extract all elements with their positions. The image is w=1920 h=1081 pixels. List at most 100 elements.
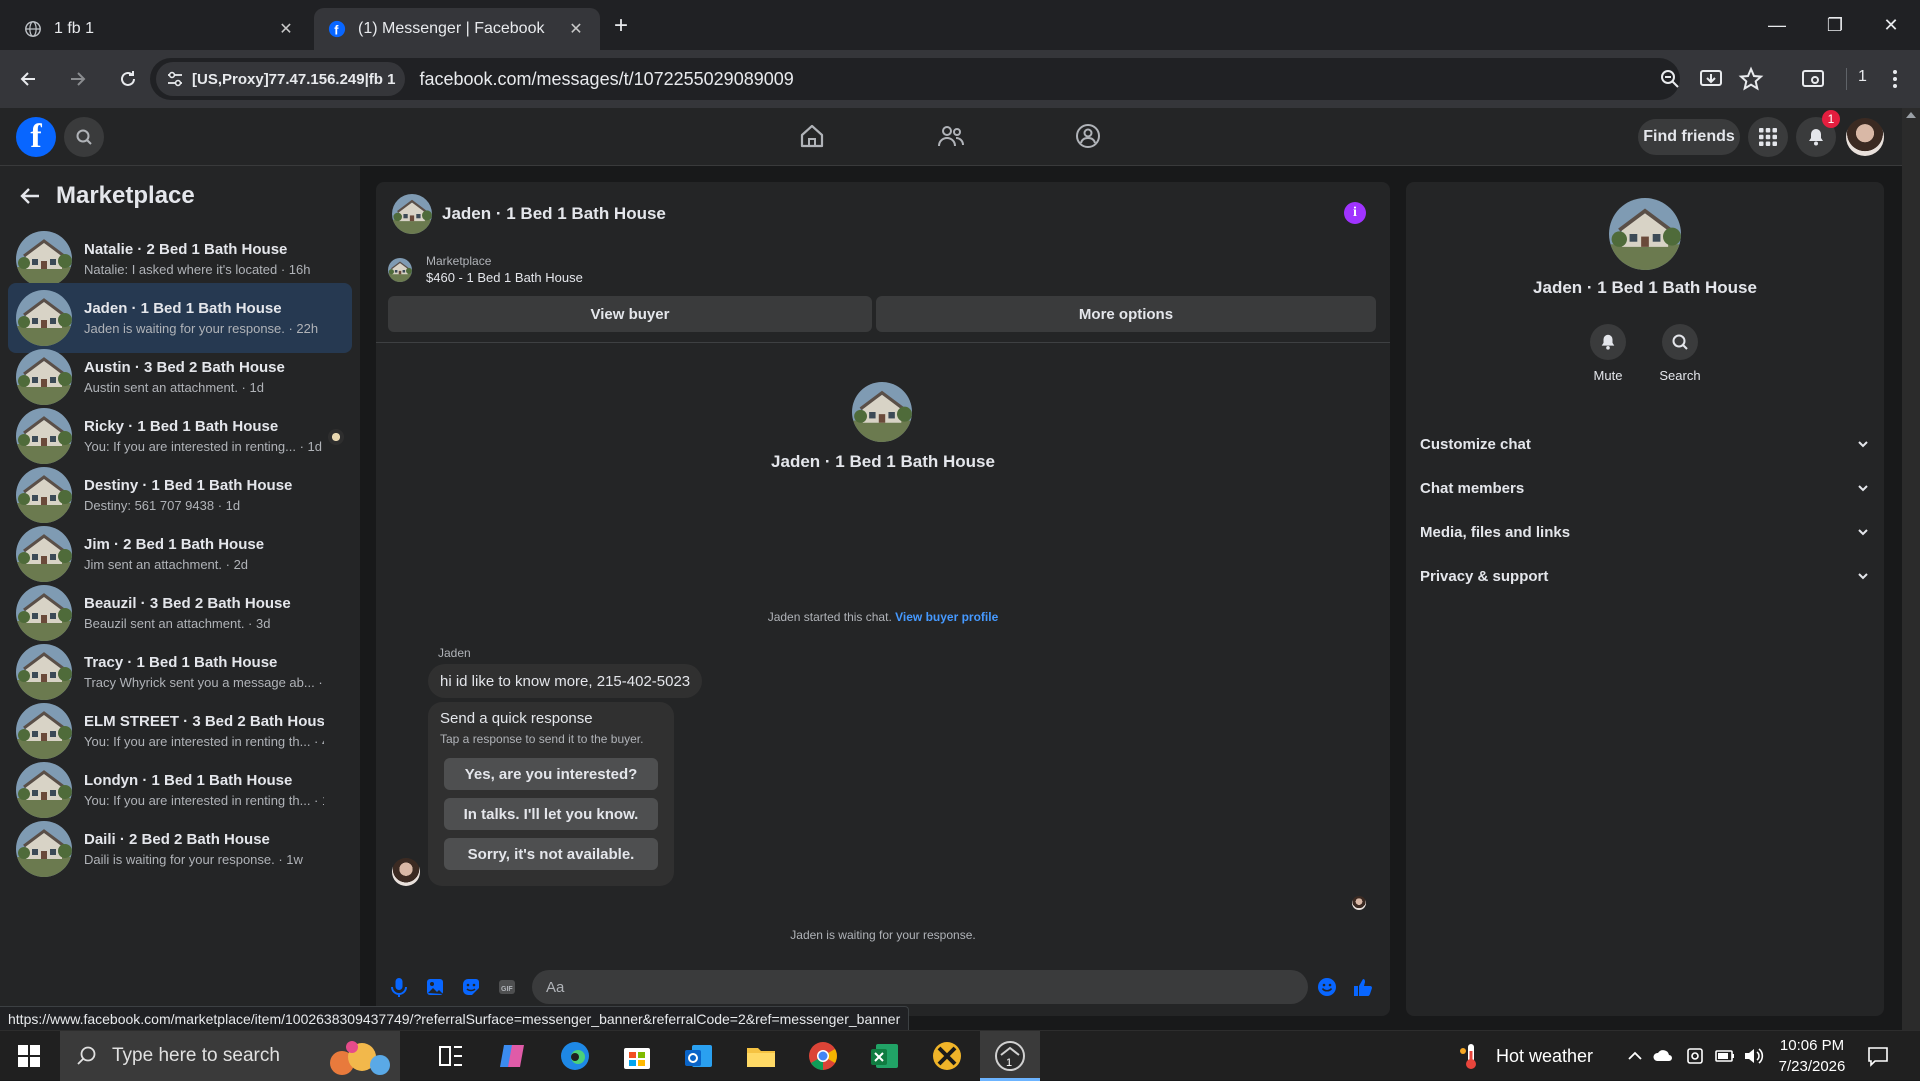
zoom-icon[interactable] — [1658, 67, 1682, 91]
notification-center-icon[interactable] — [1866, 1044, 1890, 1068]
find-friends-button[interactable]: Find friends — [1638, 119, 1740, 155]
chat-avatar[interactable] — [392, 194, 432, 234]
quick-response-not-available[interactable]: Sorry, it's not available. — [444, 838, 658, 870]
conversation-sidebar: Marketplace Natalie · 2 Bed 1 Bath House… — [0, 166, 360, 1030]
groups-icon[interactable] — [1074, 122, 1102, 150]
back-button[interactable] — [6, 57, 50, 101]
quick-response-in-talks[interactable]: In talks. I'll let you know. — [444, 798, 658, 830]
photo-icon[interactable] — [424, 976, 446, 998]
sticker-icon[interactable] — [460, 976, 482, 998]
conversation-name: Londyn · 1 Bed 1 Bath House — [84, 772, 293, 789]
info-section[interactable]: Chat members — [1420, 470, 1870, 506]
tab-messenger[interactable]: f (1) Messenger | Facebook ✕ — [314, 8, 600, 50]
microphone-icon[interactable] — [388, 976, 410, 998]
restore-button[interactable]: ❐ — [1806, 0, 1864, 50]
chat-info-panel: Jaden · 1 Bed 1 Bath House Mute Search C… — [1406, 182, 1884, 1016]
view-buyer-button[interactable]: View buyer — [388, 296, 872, 332]
app-grid-icon — [1759, 128, 1777, 146]
meet-now-icon[interactable] — [1684, 1045, 1706, 1067]
tab-1-fb-1[interactable]: 1 fb 1 ✕ — [10, 8, 310, 50]
conversation-avatar — [16, 231, 72, 287]
chat-title[interactable]: Jaden · 1 Bed 1 Bath House — [442, 204, 666, 224]
reload-button[interactable] — [106, 57, 150, 101]
facebook-logo[interactable]: f — [16, 117, 56, 157]
tab-search-icon[interactable] — [1800, 66, 1826, 92]
url-text[interactable]: facebook.com/messages/t/1072255029089009 — [419, 69, 793, 90]
conversation-name: Destiny · 1 Bed 1 Bath House — [84, 477, 293, 494]
close-window-button[interactable]: ✕ — [1862, 0, 1920, 50]
more-menu-icon[interactable] — [1882, 66, 1908, 92]
info-section[interactable]: Privacy & support — [1420, 558, 1870, 594]
file-explorer-icon[interactable] — [744, 1039, 778, 1073]
xbox-icon[interactable] — [930, 1039, 964, 1073]
view-buyer-profile-link[interactable]: View buyer profile — [895, 610, 998, 624]
copilot-icon[interactable] — [496, 1039, 530, 1073]
profile-avatar[interactable] — [1846, 118, 1884, 156]
microsoft-store-icon[interactable] — [620, 1039, 654, 1073]
message-bubble[interactable]: hi id like to know more, 215-402-5023 — [428, 664, 703, 698]
search-action[interactable]: Search — [1650, 324, 1710, 383]
mute-action[interactable]: Mute — [1578, 324, 1638, 383]
close-tab-icon[interactable]: ✕ — [276, 19, 296, 39]
taskbar-search[interactable]: Type here to search — [60, 1031, 400, 1081]
marketplace-listing[interactable]: Marketplace $460 - 1 Bed 1 Bath House — [388, 254, 583, 285]
conversation-name: Jim · 2 Bed 1 Bath House — [84, 536, 265, 553]
close-tab-icon[interactable]: ✕ — [566, 19, 586, 39]
outlook-icon[interactable] — [682, 1039, 716, 1073]
quick-response-yes[interactable]: Yes, are you interested? — [444, 758, 658, 790]
battery-icon[interactable] — [1714, 1045, 1736, 1067]
task-view-icon[interactable] — [434, 1039, 468, 1073]
chevron-down-icon — [1858, 573, 1868, 580]
message-input[interactable]: Aa — [532, 970, 1308, 1004]
chrome-icon[interactable] — [806, 1039, 840, 1073]
minimize-button[interactable]: — — [1748, 0, 1806, 50]
menu-button[interactable] — [1748, 117, 1788, 157]
gif-icon[interactable]: GIF — [496, 976, 518, 998]
system-clock[interactable]: 10:06 PM 7/23/2026 — [1764, 1035, 1860, 1077]
info-avatar[interactable] — [1609, 198, 1681, 270]
seen-avatar — [328, 429, 344, 445]
browser-toolbar: [US,Proxy]77.47.156.249|fb 1 facebook.co… — [0, 50, 1920, 108]
conversation-avatar — [16, 349, 72, 405]
edge-icon[interactable] — [558, 1039, 592, 1073]
more-options-button[interactable]: More options — [876, 296, 1376, 332]
thumbs-up-icon[interactable] — [1352, 976, 1374, 998]
sidebar-title: Marketplace — [56, 182, 195, 209]
profile-count[interactable]: 1 — [1858, 68, 1867, 86]
emoji-icon[interactable] — [1316, 976, 1338, 998]
browser-profile-icon: 1 — [995, 1041, 1025, 1071]
chevron-down-icon — [1858, 441, 1868, 448]
forward-button[interactable] — [56, 57, 100, 101]
chat-panel: Jaden · 1 Bed 1 Bath House i Marketplace… — [376, 182, 1390, 1016]
center-avatar[interactable] — [852, 382, 912, 442]
conversation-preview: Jaden is waiting for your response. · 22… — [84, 321, 319, 336]
taskbar-active-app[interactable]: 1 — [980, 1031, 1040, 1081]
new-tab-button[interactable]: + — [614, 12, 628, 40]
svg-text:1: 1 — [1006, 1057, 1012, 1069]
friends-icon[interactable] — [937, 122, 965, 150]
excel-icon[interactable] — [868, 1039, 902, 1073]
volume-icon[interactable] — [1742, 1045, 1764, 1067]
windows-start-icon[interactable] — [18, 1045, 40, 1067]
install-app-icon[interactable] — [1698, 66, 1724, 92]
omnibox[interactable]: [US,Proxy]77.47.156.249|fb 1 facebook.co… — [150, 58, 1680, 100]
info-icon[interactable]: i — [1344, 202, 1366, 224]
conversation-item[interactable]: Daili · 2 Bed 2 Bath House Daili is waiti… — [8, 814, 352, 884]
facebook-header: f Find friends 1 — [0, 108, 1902, 166]
site-info-chip[interactable]: [US,Proxy]77.47.156.249|fb 1 — [156, 62, 406, 96]
conversation-avatar — [16, 644, 72, 700]
back-arrow-icon[interactable] — [18, 184, 42, 208]
conversation-avatar — [16, 526, 72, 582]
page-scrollbar[interactable] — [1902, 108, 1920, 1030]
onedrive-icon[interactable] — [1652, 1045, 1674, 1067]
quick-response-title: Send a quick response — [440, 710, 593, 727]
bookmark-star-icon[interactable] — [1738, 66, 1764, 92]
info-section[interactable]: Customize chat — [1420, 426, 1870, 462]
scroll-up-icon[interactable] — [1902, 108, 1920, 122]
chevron-down-icon — [1858, 485, 1868, 492]
chevron-up-icon[interactable] — [1626, 1047, 1644, 1065]
search-facebook-button[interactable] — [64, 117, 104, 157]
home-icon[interactable] — [798, 122, 826, 150]
weather-widget[interactable]: Hot weather — [1456, 1031, 1593, 1081]
info-section[interactable]: Media, files and links — [1420, 514, 1870, 550]
